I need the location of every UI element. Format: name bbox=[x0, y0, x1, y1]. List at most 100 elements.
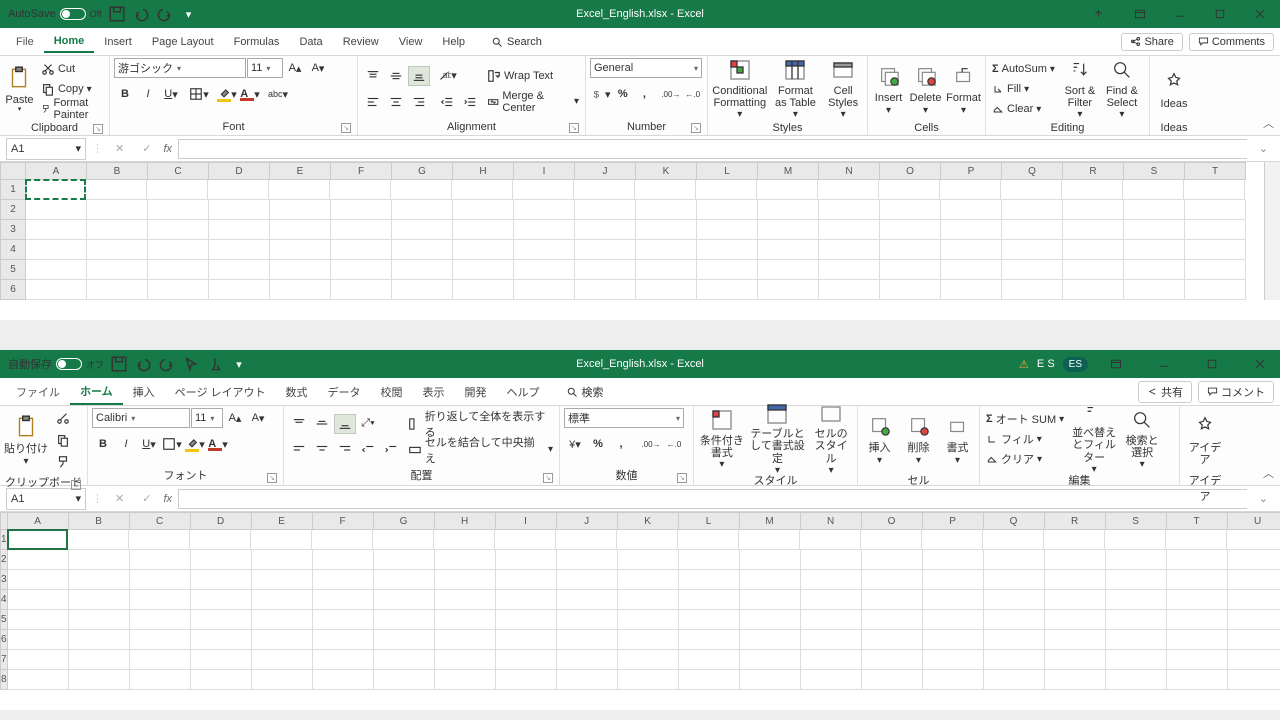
dialog-launcher-icon[interactable]: ↘ bbox=[677, 473, 687, 483]
cell[interactable] bbox=[983, 530, 1044, 550]
align-top-icon[interactable] bbox=[362, 66, 384, 86]
cell[interactable] bbox=[331, 260, 392, 280]
wrap-text-button[interactable]: Wrap Text bbox=[485, 66, 581, 86]
cell[interactable] bbox=[1106, 550, 1167, 570]
cell[interactable] bbox=[514, 280, 575, 300]
cell[interactable] bbox=[130, 650, 191, 670]
tab-view[interactable]: 表示 bbox=[413, 380, 455, 404]
cell[interactable] bbox=[313, 590, 374, 610]
cell[interactable] bbox=[496, 590, 557, 610]
decrease-indent-icon[interactable] bbox=[357, 440, 379, 460]
tab-insert[interactable]: 挿入 bbox=[123, 380, 165, 404]
decrease-decimal-icon[interactable]: ←.0 bbox=[682, 84, 703, 104]
cell[interactable] bbox=[87, 240, 148, 260]
align-middle-icon[interactable] bbox=[385, 66, 407, 86]
delete-cells-button[interactable]: Delete▾ bbox=[909, 58, 942, 120]
col-header[interactable]: O bbox=[880, 162, 941, 180]
save-icon[interactable] bbox=[110, 355, 128, 373]
cell[interactable] bbox=[635, 180, 696, 200]
cell[interactable] bbox=[130, 590, 191, 610]
tab-home[interactable]: Home bbox=[44, 31, 95, 53]
cell[interactable] bbox=[435, 650, 496, 670]
cell[interactable] bbox=[679, 610, 740, 630]
cell[interactable] bbox=[941, 200, 1002, 220]
cell[interactable] bbox=[1045, 550, 1106, 570]
cell[interactable] bbox=[984, 630, 1045, 650]
cell[interactable] bbox=[1002, 200, 1063, 220]
col-header[interactable]: F bbox=[331, 162, 392, 180]
col-header[interactable]: T bbox=[1185, 162, 1246, 180]
cancel-formula-icon[interactable]: ✕ bbox=[109, 492, 130, 505]
cell[interactable] bbox=[880, 240, 941, 260]
cell[interactable] bbox=[374, 650, 435, 670]
cell[interactable] bbox=[757, 180, 818, 200]
cell[interactable] bbox=[740, 570, 801, 590]
align-middle-icon[interactable] bbox=[311, 414, 333, 434]
col-header[interactable]: R bbox=[1063, 162, 1124, 180]
search-box[interactable]: 検索 bbox=[566, 384, 604, 400]
cell[interactable] bbox=[1001, 180, 1062, 200]
cell[interactable] bbox=[1063, 240, 1124, 260]
cell[interactable] bbox=[801, 570, 862, 590]
col-header[interactable]: U bbox=[1228, 512, 1280, 530]
cell[interactable] bbox=[392, 200, 453, 220]
cell[interactable] bbox=[252, 570, 313, 590]
cell[interactable] bbox=[923, 570, 984, 590]
cell[interactable] bbox=[740, 550, 801, 570]
fx-icon[interactable]: fx bbox=[163, 143, 172, 155]
cell[interactable] bbox=[87, 200, 148, 220]
cell[interactable] bbox=[1166, 530, 1227, 550]
decrease-indent-icon[interactable] bbox=[436, 92, 458, 112]
cell[interactable] bbox=[435, 670, 496, 690]
tab-review[interactable]: 校閲 bbox=[371, 380, 413, 404]
row-header[interactable]: 6 bbox=[0, 280, 26, 300]
row-header[interactable]: 6 bbox=[0, 630, 8, 650]
cell[interactable] bbox=[147, 180, 208, 200]
row-header[interactable]: 2 bbox=[0, 200, 26, 220]
cell[interactable] bbox=[819, 220, 880, 240]
tab-help[interactable]: Help bbox=[432, 32, 475, 52]
cell[interactable] bbox=[636, 240, 697, 260]
cell[interactable] bbox=[1106, 570, 1167, 590]
tab-review[interactable]: Review bbox=[333, 32, 389, 52]
cell[interactable] bbox=[880, 220, 941, 240]
cell[interactable] bbox=[374, 630, 435, 650]
cell[interactable] bbox=[251, 530, 312, 550]
fill-button[interactable]: フィル ▾ bbox=[984, 430, 1066, 448]
col-header[interactable]: C bbox=[148, 162, 209, 180]
cell[interactable] bbox=[984, 590, 1045, 610]
tab-formulas[interactable]: Formulas bbox=[224, 32, 290, 52]
cell[interactable] bbox=[209, 220, 270, 240]
cell[interactable] bbox=[1228, 670, 1280, 690]
col-header[interactable]: N bbox=[819, 162, 880, 180]
cell[interactable] bbox=[453, 240, 514, 260]
cell[interactable] bbox=[1063, 200, 1124, 220]
cell[interactable] bbox=[984, 570, 1045, 590]
number-format-combo[interactable]: General▾ bbox=[590, 58, 702, 78]
dialog-launcher-icon[interactable]: ↘ bbox=[569, 123, 579, 133]
cell[interactable] bbox=[923, 590, 984, 610]
cell[interactable] bbox=[148, 260, 209, 280]
cell[interactable] bbox=[1124, 260, 1185, 280]
cell[interactable] bbox=[618, 650, 679, 670]
cell[interactable] bbox=[434, 530, 495, 550]
cell[interactable] bbox=[130, 550, 191, 570]
tab-page-layout[interactable]: ページ レイアウト bbox=[165, 380, 276, 404]
formula-input[interactable] bbox=[178, 139, 1247, 159]
cell[interactable] bbox=[1106, 610, 1167, 630]
cell[interactable] bbox=[1185, 280, 1246, 300]
cell[interactable] bbox=[1167, 630, 1228, 650]
increase-decimal-icon[interactable]: .00→ bbox=[660, 84, 681, 104]
col-header[interactable]: M bbox=[740, 512, 801, 530]
cell[interactable] bbox=[557, 650, 618, 670]
cell[interactable] bbox=[1106, 670, 1167, 690]
orientation-icon[interactable]: ⤢▾ bbox=[357, 414, 379, 434]
align-right-icon[interactable] bbox=[334, 440, 356, 460]
align-bottom-icon[interactable] bbox=[408, 66, 430, 86]
cell[interactable] bbox=[1184, 180, 1245, 200]
cell[interactable] bbox=[495, 530, 556, 550]
tab-data[interactable]: Data bbox=[289, 32, 332, 52]
cell[interactable] bbox=[26, 220, 87, 240]
simplify-ribbon-icon[interactable] bbox=[1080, 0, 1120, 28]
cell[interactable] bbox=[1002, 280, 1063, 300]
